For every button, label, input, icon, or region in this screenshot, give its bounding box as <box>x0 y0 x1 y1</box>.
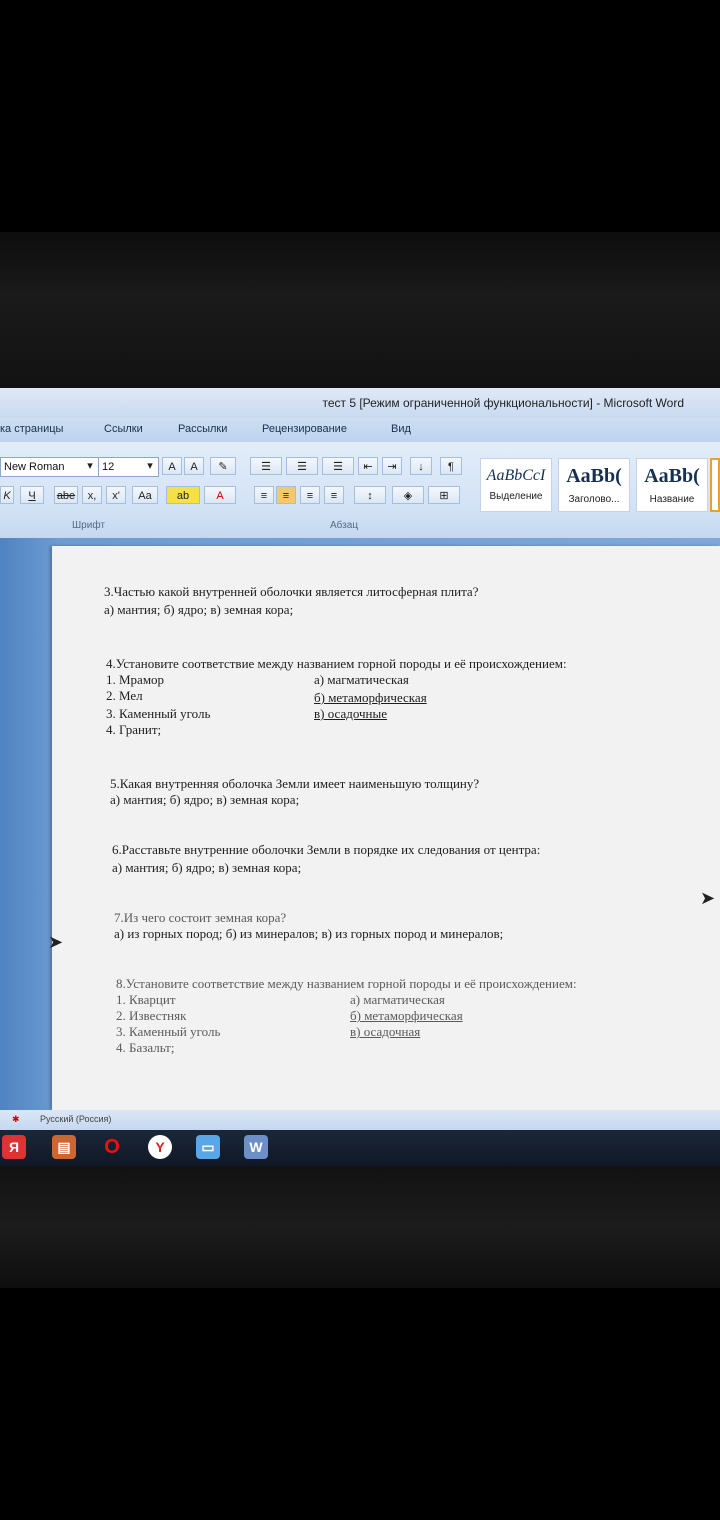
subscript-icon[interactable]: x, <box>82 486 102 504</box>
shrink-font-icon[interactable]: A <box>184 457 204 475</box>
italic-icon[interactable]: K <box>0 486 14 504</box>
q8-left-3: 3. Каменный уголь <box>116 1024 221 1039</box>
q8-right-1: а) магматическая <box>350 992 445 1007</box>
font-group-label: Шрифт <box>72 520 105 531</box>
bullets-icon[interactable]: ☰ <box>250 457 282 475</box>
messenger-icon[interactable]: ▭ <box>196 1135 220 1159</box>
strikethrough-icon[interactable]: abe <box>54 486 78 504</box>
q4-right-2: б) метаморфическая <box>314 690 427 705</box>
change-case-icon[interactable]: Aa <box>132 486 158 504</box>
q4-right-3: в) осадочные <box>314 706 388 721</box>
ribbon-tabs: ка страницы Ссылки Рассылки Рецензирован… <box>0 418 720 442</box>
q4-left-3: 3. Каменный уголь <box>106 706 211 721</box>
tab-mailings[interactable]: Рассылки <box>178 423 227 435</box>
font-size-dropdown-icon[interactable]: ▾ <box>144 457 156 475</box>
style-heading[interactable]: AaBb( Заголово... <box>558 458 630 512</box>
show-marks-icon[interactable]: ¶ <box>440 457 462 475</box>
grow-font-icon[interactable]: A <box>162 457 182 475</box>
font-color-icon[interactable]: A <box>204 486 236 504</box>
q5-question: 5.Какая внутренняя оболочка Земли имеет … <box>110 776 480 791</box>
yandex-icon[interactable]: Y <box>148 1135 172 1159</box>
document-page[interactable]: 3.Частью какой внутренней оболочки являе… <box>52 546 720 1110</box>
tab-review[interactable]: Рецензирование <box>262 423 347 435</box>
shading-icon[interactable]: ◈ <box>392 486 424 504</box>
q4-left-2: 2. Мел <box>106 688 143 703</box>
q4-left-4: 4. Гранит; <box>106 722 162 737</box>
style-title[interactable]: AaBb( Название <box>636 458 708 512</box>
borders-icon[interactable]: ⊞ <box>428 486 460 504</box>
style-sample: AaBb( <box>644 465 700 487</box>
clear-format-icon[interactable]: ✎ <box>210 457 236 475</box>
justify-icon[interactable]: ≡ <box>324 486 344 504</box>
increase-indent-icon[interactable]: ⇥ <box>382 457 402 475</box>
tab-view[interactable]: Вид <box>391 423 411 435</box>
q8-question: 8.Установите соответствие между название… <box>116 976 577 991</box>
sort-icon[interactable]: ↓ <box>410 457 432 475</box>
mouse-cursor-icon: ➤ <box>48 932 64 952</box>
style-sample: AaBbCcI <box>486 467 546 484</box>
file-manager-icon[interactable]: ▤ <box>52 1135 76 1159</box>
language-indicator[interactable]: Русский (Россия) <box>40 1114 111 1124</box>
tab-references[interactable]: Ссылки <box>104 423 143 435</box>
q3-question: 3.Частью какой внутренней оболочки являе… <box>104 584 479 599</box>
q8-left-4: 4. Базальт; <box>116 1040 175 1055</box>
paragraph-group-label: Абзац <box>330 520 359 531</box>
text-cursor-icon: ➤ <box>700 888 716 908</box>
style-more-tile[interactable] <box>710 458 720 512</box>
q8-right-3: в) осадочная <box>350 1024 421 1039</box>
tab-page-layout[interactable]: ка страницы <box>0 423 63 435</box>
q8-left-1: 1. Кварцит <box>116 992 176 1007</box>
taskbar: Я ▤ O Y ▭ W <box>0 1130 720 1166</box>
q7-options: а) из горных пород; б) из минералов; в) … <box>114 926 504 941</box>
window-title: тест 5 [Режим ограниченной функционально… <box>322 396 684 410</box>
font-size-value: 12 <box>102 461 115 473</box>
q4-left-1: 1. Мрамор <box>106 672 165 687</box>
q8-left-2: 2. Известняк <box>116 1008 187 1023</box>
q7-question: 7.Из чего состоит земная кора? <box>114 910 287 925</box>
opera-icon[interactable]: O <box>100 1135 124 1159</box>
font-name-value: New Roman <box>4 461 65 473</box>
highlight-icon[interactable]: ab <box>166 486 200 504</box>
word-icon[interactable]: W <box>244 1135 268 1159</box>
line-spacing-icon[interactable]: ↕ <box>354 486 386 504</box>
screen-dark-area <box>0 232 720 390</box>
underline-icon[interactable]: Ч <box>20 486 44 504</box>
align-center-icon[interactable]: ≡ <box>276 486 296 504</box>
document-area: 3.Частью какой внутренней оболочки являе… <box>0 538 720 1110</box>
align-right-icon[interactable]: ≡ <box>300 486 320 504</box>
q5-options: а) мантия; б) ядро; в) земная кора; <box>110 792 300 807</box>
numbering-icon[interactable]: ☰ <box>286 457 318 475</box>
laptop-bezel <box>0 1166 720 1288</box>
q4-right-1: а) магматическая <box>314 672 409 687</box>
q6-question: 6.Расставьте внутренние оболочки Земли в… <box>112 842 541 857</box>
align-left-icon[interactable]: ≡ <box>254 486 274 504</box>
style-name: Заголово... <box>568 494 620 505</box>
superscript-icon[interactable]: x' <box>106 486 126 504</box>
yandex-browser-icon[interactable]: Я <box>2 1135 26 1159</box>
style-sample: AaBb( <box>566 465 622 487</box>
spellcheck-icon[interactable]: ✱ <box>12 1114 20 1125</box>
window-titlebar: тест 5 [Режим ограниченной функционально… <box>0 388 720 418</box>
ribbon: New Roman ▾ 12 ▾ A A ✎ K Ч abe x, x' Aa … <box>0 442 720 539</box>
q8-right-2: б) метаморфическая <box>350 1008 463 1023</box>
q4-question: 4.Установите соответствие между название… <box>106 656 567 671</box>
q3-options: а) мантия; б) ядро; в) земная кора; <box>104 602 294 617</box>
q6-options: а) мантия; б) ядро; в) земная кора; <box>112 860 302 875</box>
font-name-dropdown-icon[interactable]: ▾ <box>84 457 96 475</box>
style-name: Выделение <box>489 491 543 502</box>
style-emphasis[interactable]: AaBbCcI Выделение <box>480 458 552 512</box>
style-name: Название <box>649 494 695 505</box>
decrease-indent-icon[interactable]: ⇤ <box>358 457 378 475</box>
status-bar: ✱ Русский (Россия) <box>0 1110 720 1130</box>
multilevel-list-icon[interactable]: ☰ <box>322 457 354 475</box>
